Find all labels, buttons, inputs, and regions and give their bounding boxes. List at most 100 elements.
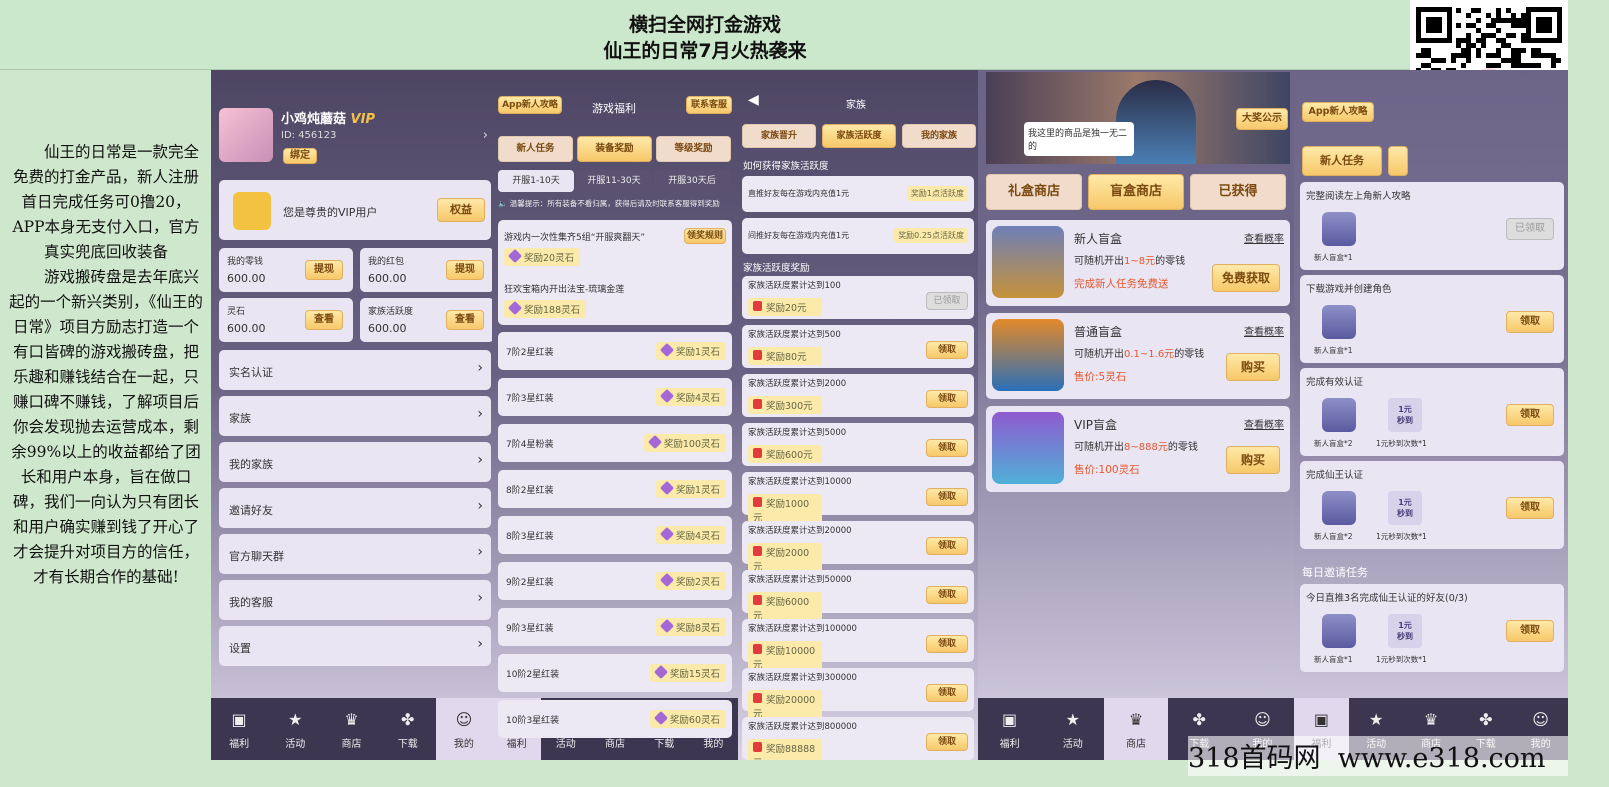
intro-text: 仙王的日常是一款完全免费的打金产品，新人注册首日完成任务可0撸20，APP本身无… [6, 140, 206, 590]
claim-button[interactable]: 领取 [926, 635, 968, 653]
claim-button[interactable]: 已领取 [1506, 218, 1554, 240]
menu-item[interactable]: 邀请好友 › [219, 488, 491, 528]
claim-button[interactable]: 已领取 [926, 292, 968, 310]
view-probability-link[interactable]: 查看概率 [1244, 323, 1284, 338]
reward-row-title: 家族活跃度累计达到5000 [748, 428, 847, 438]
red-packet-icon [753, 644, 762, 654]
cash-instant: 秒到 [1397, 416, 1413, 425]
equip-name: 8阶2星红装 [506, 486, 554, 496]
activity-reward-row: 家族活跃度累计达到2000 奖励300元 领取 [742, 374, 974, 417]
claim-button[interactable]: 领取 [926, 684, 968, 702]
chevron-right-icon[interactable]: › [483, 128, 488, 143]
claim-button[interactable]: 领取 [926, 488, 968, 506]
menu-item[interactable]: 官方聊天群 › [219, 534, 491, 574]
claim-button[interactable]: 领取 [1506, 311, 1554, 333]
claim-button[interactable]: 领取 [926, 439, 968, 457]
tab-4[interactable]: ☺ 我的 [435, 698, 492, 760]
box-desc-prefix: 可随机开出 [1074, 442, 1124, 453]
view-probability-link[interactable]: 查看概率 [1244, 230, 1284, 245]
tab-icon: ★ [288, 710, 303, 729]
tab-0[interactable]: ▣ 福利 [978, 698, 1041, 760]
family-tab[interactable]: 我的家族 [902, 124, 976, 148]
vip-card: 您是尊贵的VIP用户 权益 [219, 180, 491, 240]
blind-box-card: 新人盲盒 查看概率 可随机开出1~8元的零钱 完成新人任务免费送 免费获取 [986, 220, 1290, 306]
chevron-right-icon: › [477, 544, 483, 560]
box-action-button[interactable]: 购买 [1226, 353, 1280, 381]
stat-button[interactable]: 提现 [305, 260, 343, 280]
blind-box-icon [1322, 614, 1356, 648]
welfare-tab[interactable]: 装备奖励 [577, 136, 652, 162]
reward-row-amount: 奖励88888元 [748, 739, 822, 760]
menu-item[interactable]: 我的客服 › [219, 580, 491, 620]
tab-next[interactable] [1388, 146, 1408, 176]
gem-icon [659, 572, 675, 588]
tab-1[interactable]: ★ 活动 [1041, 698, 1104, 760]
box-action-button[interactable]: 免费获取 [1212, 264, 1280, 292]
prize-announce-button[interactable]: 大奖公示 [1236, 108, 1288, 130]
tab-0[interactable]: ▣ 福利 [211, 698, 267, 760]
back-arrow-icon[interactable]: ◀ [748, 92, 759, 108]
reward-row-amount-text: 奖励80元 [766, 352, 807, 363]
menu-item[interactable]: 家族 › [219, 396, 491, 436]
claim-button[interactable]: 领取 [1506, 620, 1554, 642]
shop-tab[interactable]: 礼盒商店 [986, 174, 1082, 210]
menu-item[interactable]: 设置 › [219, 626, 491, 666]
equip-reward-text: 奖励100灵石 [663, 439, 720, 450]
equip-reward-text: 奖励8灵石 [675, 623, 720, 634]
box-range: 1~8元 [1124, 256, 1156, 267]
cash-amount: 1元 [1398, 621, 1412, 630]
reward-row-title: 家族活跃度累计达到300000 [748, 673, 857, 683]
equip-reward: 奖励4灵石 [655, 526, 726, 544]
claim-button[interactable]: 领取 [1506, 497, 1554, 519]
menu-item[interactable]: 我的家族 › [219, 442, 491, 482]
welfare-tab[interactable]: 等级奖励 [656, 136, 731, 162]
claim-button[interactable]: 领取 [926, 537, 968, 555]
stat-button[interactable]: 查看 [305, 310, 343, 330]
bind-button[interactable]: 绑定 [283, 148, 317, 164]
shop-tab[interactable]: 已获得 [1190, 174, 1286, 210]
tab-3[interactable]: ✤ 下载 [380, 698, 436, 760]
day-tab[interactable]: 开服11-30天 [576, 170, 652, 192]
claim-button[interactable]: 领取 [926, 341, 968, 359]
box-name: VIP盲盒 [1074, 418, 1117, 432]
chevron-right-icon: › [477, 498, 483, 514]
rights-button[interactable]: 权益 [437, 198, 485, 222]
tab-newbie-tasks[interactable]: 新人任务 [1302, 146, 1382, 176]
tab-1[interactable]: ★ 活动 [267, 698, 323, 760]
claim-button[interactable]: 领取 [1506, 404, 1554, 426]
avatar[interactable] [219, 108, 273, 162]
newbie-guide-button[interactable]: App新人攻略 [1302, 102, 1374, 122]
stat-button[interactable]: 提现 [446, 260, 484, 280]
claim-button[interactable]: 领取 [926, 586, 968, 604]
reward-rules-button[interactable]: 领奖规则 [684, 228, 726, 244]
tab-icon: ♛ [1128, 710, 1144, 729]
tab-label: 福利 [999, 739, 1020, 750]
welfare-tab[interactable]: 新人任务 [498, 136, 573, 162]
reward-row-amount-text: 奖励600元 [766, 450, 813, 461]
claim-button[interactable]: 领取 [926, 733, 968, 751]
profile-screen: 小鸡炖蘑菇 VIP ID: 456123 绑定 › 您是尊贵的VIP用户 权益 … [211, 70, 492, 760]
shop-tab[interactable]: 盲盒商店 [1088, 174, 1184, 210]
task-card: 完成仙王认证 新人盲盒*2 1元 秒到 1元秒到次数*1 领取 [1300, 461, 1564, 549]
activity-way: 间推好友每在游戏内充值1元 奖励0.25点活跃度 [742, 218, 974, 254]
chevron-right-icon: › [477, 452, 483, 468]
box-desc-suffix: 的零钱 [1174, 349, 1205, 360]
task-award: 新人盲盒*2 [1314, 439, 1353, 448]
view-probability-link[interactable]: 查看概率 [1244, 416, 1284, 431]
activity-reward-row: 家族活跃度累计达到100000 奖励10000元 领取 [742, 619, 974, 673]
day-tab[interactable]: 开服30天后 [654, 170, 730, 192]
box-action-button[interactable]: 购买 [1226, 446, 1280, 474]
tab-2[interactable]: ♛ 商店 [323, 698, 379, 760]
equip-name: 9阶3星红装 [506, 624, 554, 634]
menu-item[interactable]: 实名认证 › [219, 350, 491, 390]
stat-button[interactable]: 查看 [446, 310, 484, 330]
instant-cash-icon: 1元 秒到 [1388, 491, 1422, 525]
family-tab[interactable]: 家族晋升 [742, 124, 816, 148]
day-tab[interactable]: 开服1-10天 [498, 170, 574, 192]
newbie-guide-button[interactable]: App新人攻略 [498, 96, 562, 114]
tab-2[interactable]: ♛ 商店 [1104, 698, 1168, 760]
family-tab[interactable]: 家族活跃度 [822, 124, 896, 148]
claim-button[interactable]: 领取 [926, 390, 968, 408]
contact-service-button[interactable]: 联系客服 [686, 96, 732, 114]
task-award: 新人盲盒*2 [1314, 532, 1353, 541]
